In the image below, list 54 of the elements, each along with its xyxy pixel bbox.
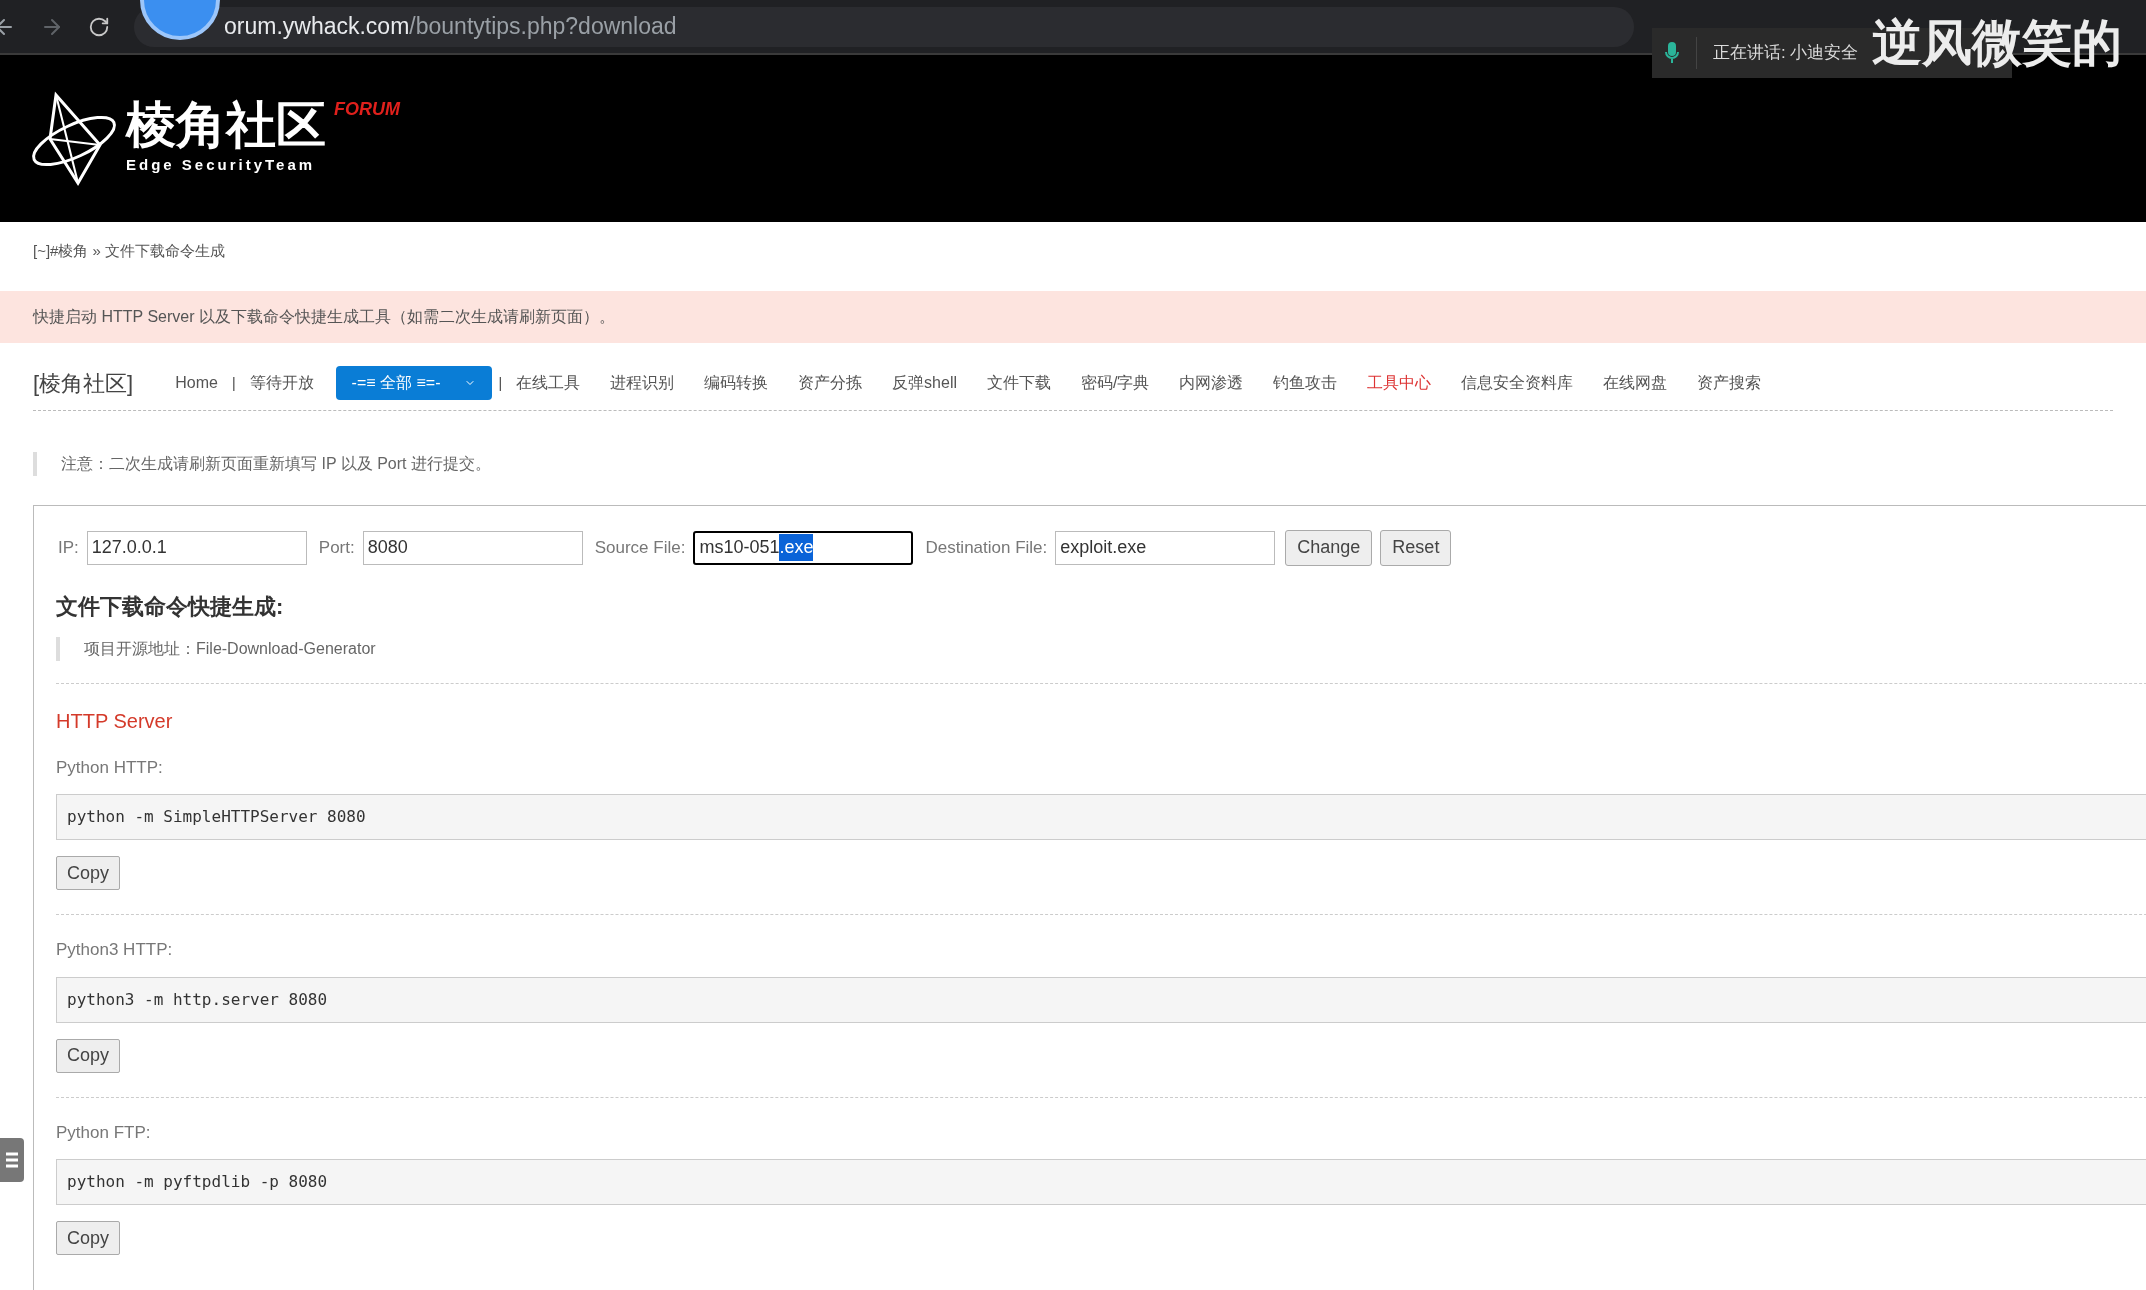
nav-link[interactable]: 工具中心: [1367, 371, 1432, 395]
logo-title: 棱角社区: [126, 100, 326, 151]
text-input[interactable]: ms10-051.exe: [693, 530, 914, 565]
copy-button[interactable]: Copy: [56, 1038, 121, 1073]
nav-link[interactable]: 反弹shell: [892, 371, 957, 395]
nav-link[interactable]: 内网渗透: [1179, 371, 1244, 395]
nav-link[interactable]: Home: [175, 371, 218, 395]
breadcrumb: [~]#棱角 » 文件下载命令生成: [33, 242, 226, 259]
nav-separator: |: [231, 373, 236, 393]
code-block: python -m pyftpdlib -p 8080: [56, 1159, 2146, 1205]
command-label: Python HTTP:: [56, 756, 164, 779]
notice-banner: 快捷启动 HTTP Server 以及下载命令快捷生成工具（如需二次生成请刷新页面）。: [0, 290, 2146, 343]
caption-text: 逆风微笑的: [1872, 18, 2122, 68]
nav-link[interactable]: 在线工具: [516, 371, 581, 395]
command-label: Python FTP:: [56, 1121, 152, 1144]
form-button[interactable]: Reset: [1380, 529, 1452, 566]
field-label: IP:: [58, 536, 79, 559]
note-text: 注意：二次生成请刷新页面重新填写 IP 以及 Port 进行提交。: [61, 454, 491, 472]
nav-link[interactable]: 钓鱼攻击: [1273, 371, 1338, 395]
nav-link[interactable]: 信息安全资料库: [1461, 371, 1574, 395]
reload-icon[interactable]: [88, 15, 110, 38]
field-label: Destination File:: [925, 536, 1048, 559]
text-input[interactable]: 127.0.0.1: [86, 530, 307, 565]
logo-subtitle: Edge SecurityTeam: [126, 155, 317, 176]
generator-title: 文件下载命令快捷生成:: [56, 592, 285, 621]
text-input[interactable]: exploit.exe: [1055, 530, 1276, 565]
form-button[interactable]: Change: [1285, 529, 1373, 566]
command-label: Python3 HTTP:: [56, 939, 174, 961]
section-title: HTTP Server: [56, 708, 174, 734]
nav-link[interactable]: 编码转换: [704, 371, 769, 395]
code-block: python3 -m http.server 8080: [56, 976, 2146, 1023]
text-input[interactable]: 8080: [362, 530, 583, 565]
copy-button[interactable]: Copy: [56, 856, 121, 890]
nav-link[interactable]: 资产搜索: [1697, 371, 1762, 395]
side-menu-tab[interactable]: [0, 1138, 24, 1182]
nav-link[interactable]: 资产分拣: [798, 371, 863, 395]
nav-separator: |: [498, 373, 503, 393]
menu-icon: [6, 1151, 18, 1169]
category-dropdown[interactable]: -=≡ 全部 ≡=-: [335, 366, 493, 400]
site-brand[interactable]: [棱角社区]: [33, 366, 134, 400]
code-block: python -m SimpleHTTPServer 8080: [56, 794, 2146, 840]
field-label: Port:: [318, 536, 355, 559]
nav-link[interactable]: 密码/字典: [1081, 371, 1150, 395]
nav-link[interactable]: 进程识别: [610, 371, 675, 395]
address-bar[interactable]: orum.ywhack.com/bountytips.php?download: [134, 6, 1634, 47]
speaking-status: 正在讲话: 小迪安全: [1713, 42, 1859, 65]
microphone-icon: [1664, 41, 1680, 65]
project-link-text: 项目开源地址：File-Download-Generator: [84, 639, 376, 657]
nav-link[interactable]: 等待开放: [249, 371, 314, 395]
logo-forum-label: FORUM: [334, 100, 400, 119]
nav-link[interactable]: 在线网盘: [1603, 371, 1668, 395]
nav-link[interactable]: 文件下载: [987, 371, 1051, 395]
field-label: Source File:: [594, 536, 686, 559]
copy-button[interactable]: Copy: [56, 1221, 121, 1255]
